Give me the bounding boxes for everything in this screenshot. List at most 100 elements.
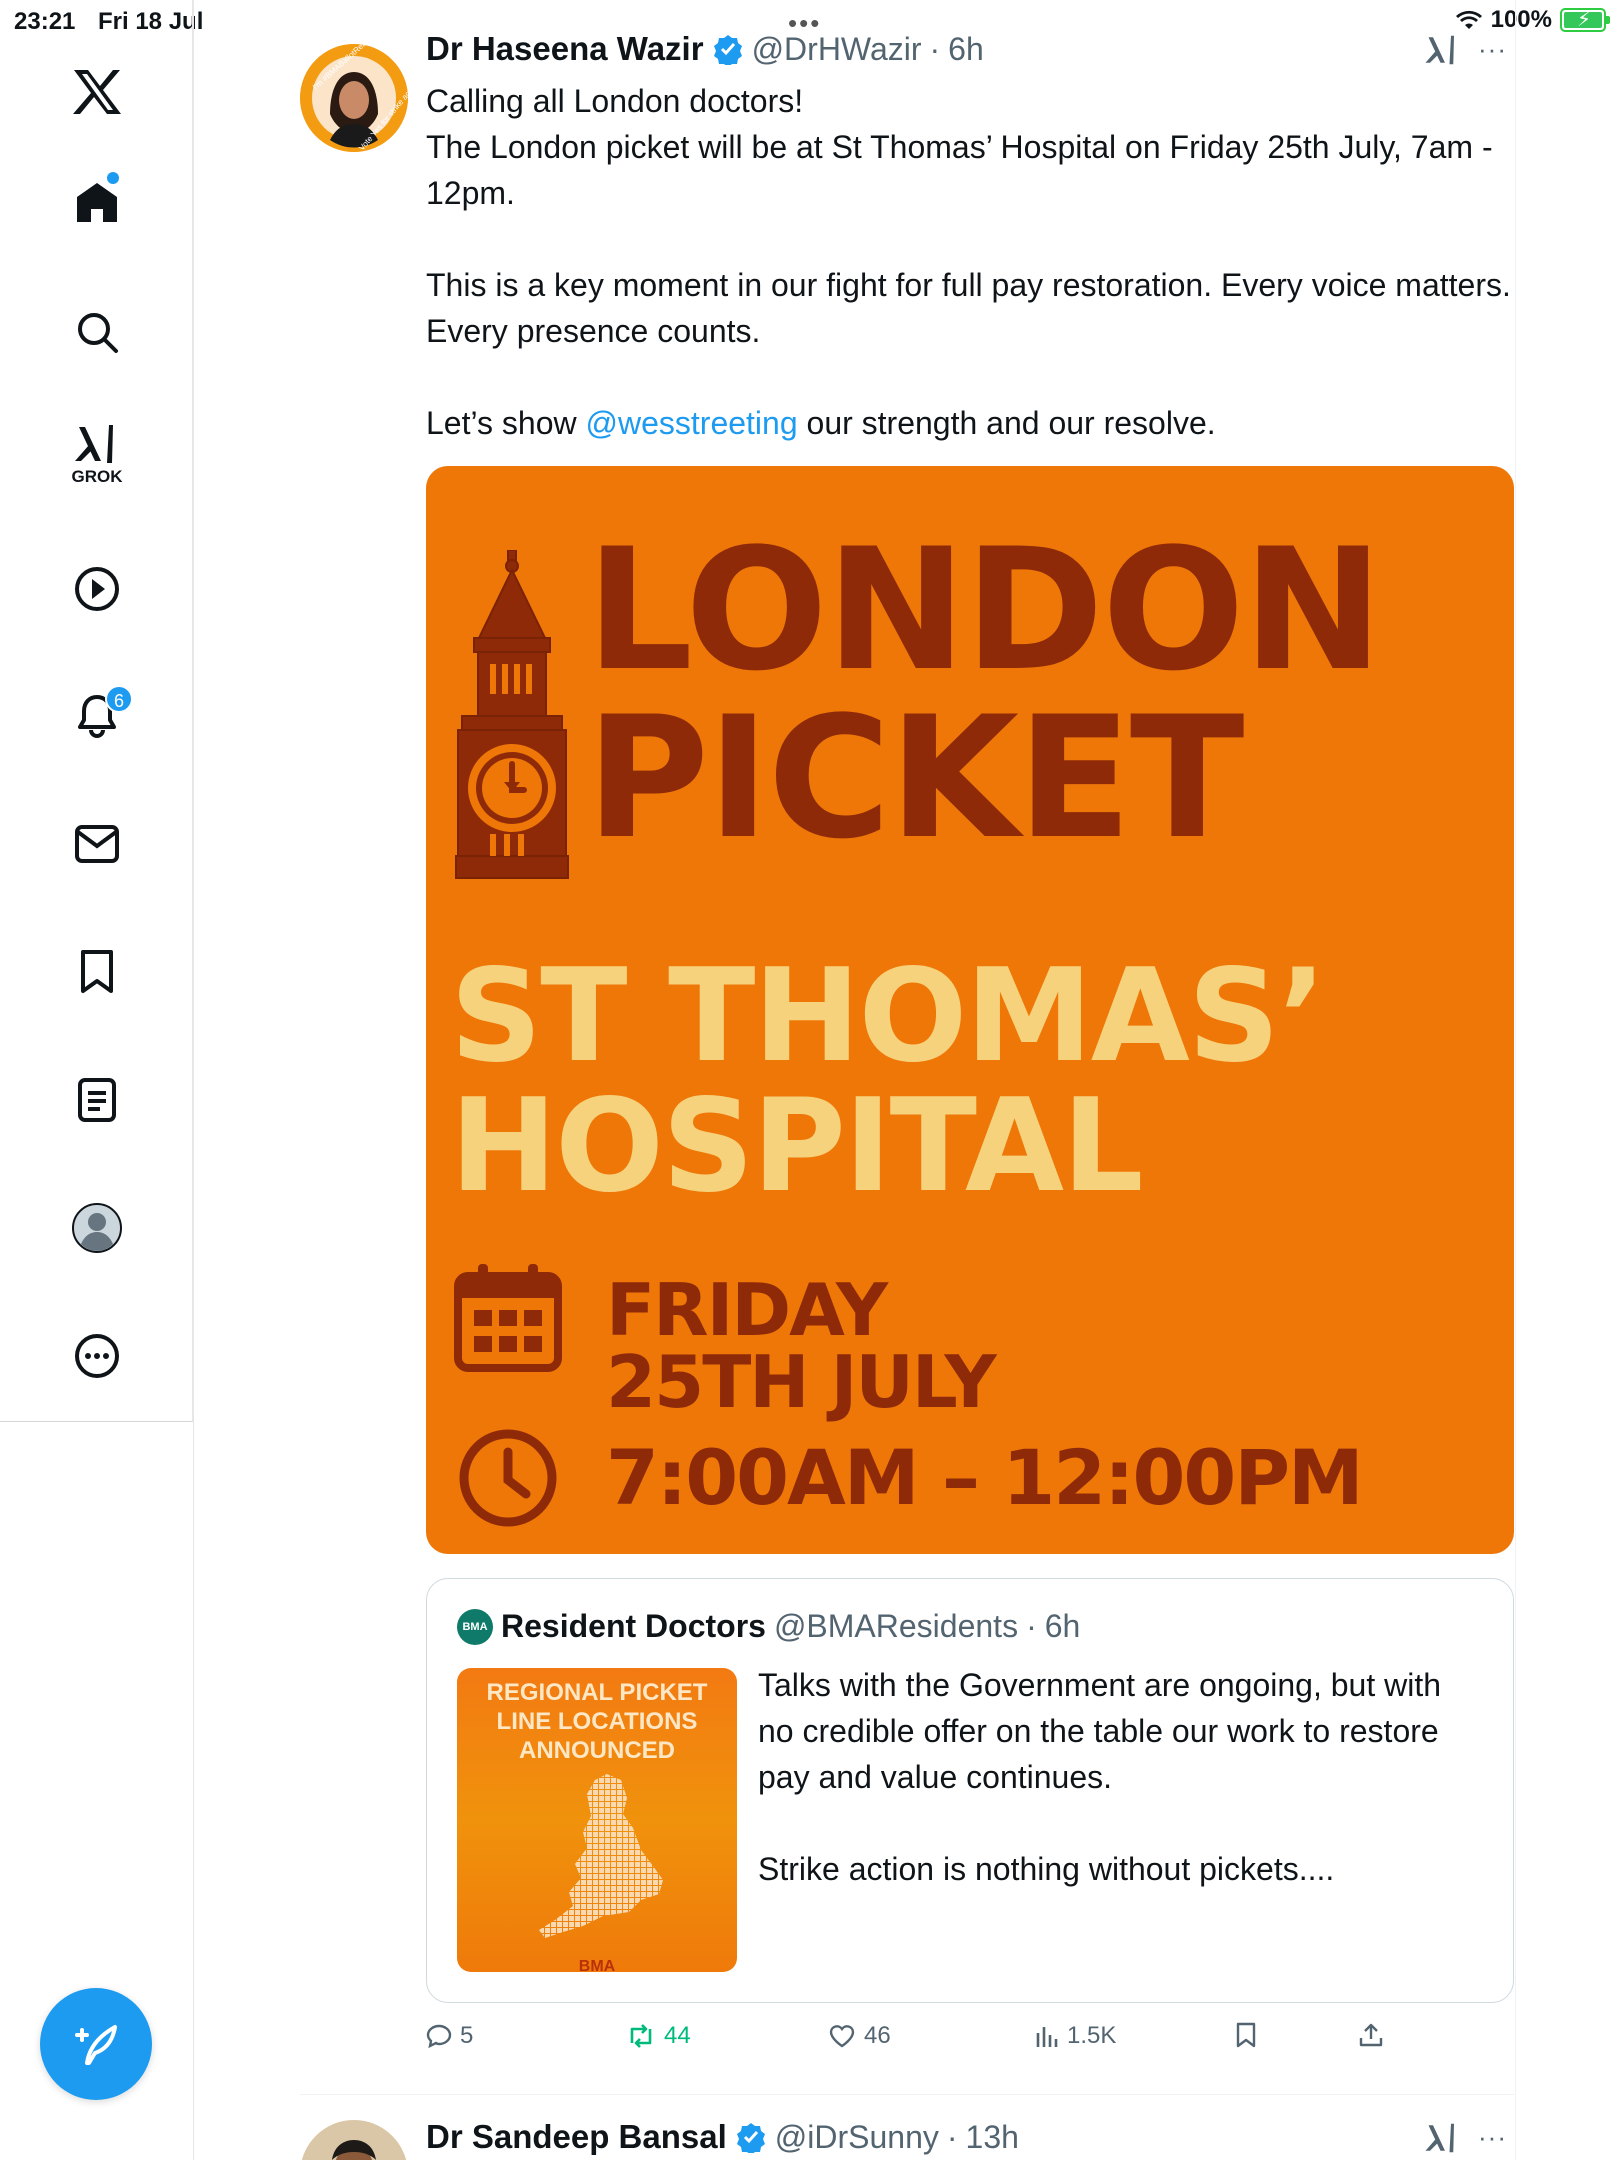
home-icon: [77, 183, 117, 222]
sidebar-item-bookmarks[interactable]: [55, 930, 139, 1014]
sidebar-item-notifications[interactable]: 6: [55, 673, 139, 757]
sidebar-item-search[interactable]: [55, 290, 139, 374]
tweet-text-para2: This is a key moment in our fight for fu…: [426, 267, 1511, 349]
wifi-icon: [1455, 10, 1482, 29]
battery-percent: 100%: [1490, 6, 1552, 33]
bookmark-icon: [81, 950, 113, 993]
mention-link[interactable]: @wesstreeting: [586, 405, 798, 441]
poster-line-hospital: HOSPITAL: [450, 1072, 1144, 1221]
next-author-name[interactable]: Dr Sandeep Bansal: [426, 2118, 727, 2156]
quote-thumbnail-title: REGIONAL PICKET LINE LOCATIONS ANNOUNCED: [486, 1679, 708, 1764]
more-circle-icon: [75, 1334, 119, 1378]
reply-button[interactable]: 5: [426, 2022, 473, 2050]
status-indicators: 100% ⚡: [1455, 6, 1610, 34]
home-notification-dot: [107, 172, 119, 184]
play-icon: [75, 567, 119, 611]
tweet-divider: [300, 2094, 1514, 2095]
author-handle[interactable]: @DrHWazir: [752, 31, 922, 68]
verified-badge-icon: [736, 2123, 765, 2153]
grok-icon: [75, 425, 113, 463]
quote-separator: ·: [1026, 1608, 1037, 1644]
main-column-divider: [1515, 0, 1516, 2160]
next-tweet-time[interactable]: 13h: [966, 2119, 1019, 2156]
tweet-text-para3: Let’s show @wesstreeting our strength an…: [426, 400, 1514, 446]
quote-text: Talks with the Government are ongoing, b…: [758, 1662, 1468, 1892]
heart-icon: [829, 2025, 855, 2048]
quote-header: BMA Resident Doctors @BMAResidents · 6h: [457, 1608, 1080, 1645]
quote-handle[interactable]: @BMAResidents: [774, 1608, 1018, 1645]
quote-avatar[interactable]: BMA: [457, 1608, 493, 1645]
mail-icon: [75, 825, 119, 863]
profile-avatar-icon: [72, 1203, 122, 1253]
verified-badge-icon: [713, 35, 742, 65]
share-button[interactable]: [1358, 2022, 1384, 2048]
battery-icon: ⚡: [1560, 8, 1610, 32]
header-separator: ·: [929, 30, 941, 67]
reply-count: 5: [460, 2022, 474, 2049]
tweet-text: Calling all London doctors! The London p…: [426, 78, 1514, 446]
grok-explain-button[interactable]: [1424, 32, 1460, 73]
like-count: 46: [864, 2022, 891, 2049]
sidebar-item-messages[interactable]: [55, 802, 139, 886]
big-ben-icon: [455, 550, 569, 879]
sidebar-item-more[interactable]: [55, 1314, 139, 1398]
sidebar: GROK 6: [0, 0, 193, 1422]
notification-badge: 6: [105, 685, 133, 713]
poster-line-picket: PICKET: [586, 680, 1244, 876]
quote-time[interactable]: 6h: [1045, 1608, 1081, 1645]
quote-thumbnail-footer: BMA: [578, 1958, 616, 1972]
tweet-time[interactable]: 6h: [948, 31, 984, 68]
grok-label: GROK: [71, 467, 123, 486]
tweet-image-poster[interactable]: LONDON PICKET ST THOMAS’ HOSPITAL FRIDAY…: [426, 466, 1514, 1554]
poster-date-month: 25TH JULY: [606, 1340, 997, 1424]
england-map-icon: [539, 1774, 663, 1938]
tweet-header: Dr Haseena Wazir @DrHWazir · 6h: [426, 30, 984, 68]
share-icon: [1359, 2023, 1383, 2047]
next-author-handle[interactable]: @iDrSunny: [775, 2119, 939, 2156]
x-logo-button[interactable]: [55, 50, 139, 134]
compose-button[interactable]: [40, 1988, 152, 2100]
poster-time: 7:00AM – 12:00PM: [606, 1433, 1364, 1522]
quote-author-name[interactable]: Resident Doctors: [501, 1608, 766, 1645]
sidebar-item-grok[interactable]: GROK: [55, 413, 139, 497]
author-avatar[interactable]: I'm #BMABallotReady Vote Yes for strike …: [300, 44, 408, 152]
next-more-options-icon[interactable]: ···: [1478, 2122, 1507, 2153]
tweet-text-line1: Calling all London doctors!: [426, 83, 804, 119]
views-count: 1.5K: [1067, 2022, 1117, 2049]
quote-thumbnail[interactable]: REGIONAL PICKET LINE LOCATIONS ANNOUNCED…: [457, 1668, 737, 1972]
compose-icon: [75, 2025, 117, 2065]
poster-line-st-thomas: ST THOMAS’: [450, 942, 1327, 1091]
next-tweet-header: Dr Sandeep Bansal @iDrSunny · 13h: [426, 2118, 1019, 2156]
list-icon: [78, 1078, 116, 1122]
poster-date-day: FRIDAY: [606, 1268, 888, 1352]
grok-icon: [1425, 2123, 1454, 2153]
search-icon: [78, 313, 118, 353]
para3-prefix: Let’s show: [426, 405, 586, 441]
repost-icon: [630, 2024, 652, 2048]
next-grok-explain-button[interactable]: [1424, 2120, 1460, 2160]
views-chart-icon: [1036, 2027, 1058, 2047]
author-name[interactable]: Dr Haseena Wazir: [426, 30, 704, 68]
sidebar-item-home[interactable]: [55, 160, 139, 244]
tweet-text-line2: The London picket will be at St Thomas’ …: [426, 129, 1493, 211]
bookmark-button[interactable]: [1234, 2022, 1258, 2048]
sidebar-divider: [193, 0, 194, 2160]
views-button[interactable]: 1.5K: [1033, 2022, 1116, 2050]
more-options-icon[interactable]: ···: [1478, 34, 1507, 65]
clock-icon: [459, 1429, 557, 1527]
reply-icon: [426, 2024, 452, 2049]
quote-text-para2: Strike action is nothing without pickets…: [758, 1851, 1335, 1887]
like-button[interactable]: 46: [828, 2022, 891, 2050]
next-author-avatar[interactable]: [300, 2120, 408, 2160]
bookmark-icon: [1236, 2022, 1256, 2048]
sidebar-item-lists[interactable]: [55, 1058, 139, 1142]
repost-button[interactable]: 44: [626, 2022, 691, 2050]
quote-avatar-label: BMA: [462, 1620, 488, 1633]
grok-icon: [1425, 35, 1454, 65]
para3-suffix: our strength and our resolve.: [797, 405, 1216, 441]
avatar-image: [300, 44, 408, 152]
repost-count: 44: [664, 2022, 691, 2049]
sidebar-item-profile[interactable]: [55, 1186, 139, 1270]
sidebar-item-video[interactable]: [55, 547, 139, 631]
quote-text-para1: Talks with the Government are ongoing, b…: [758, 1667, 1442, 1795]
